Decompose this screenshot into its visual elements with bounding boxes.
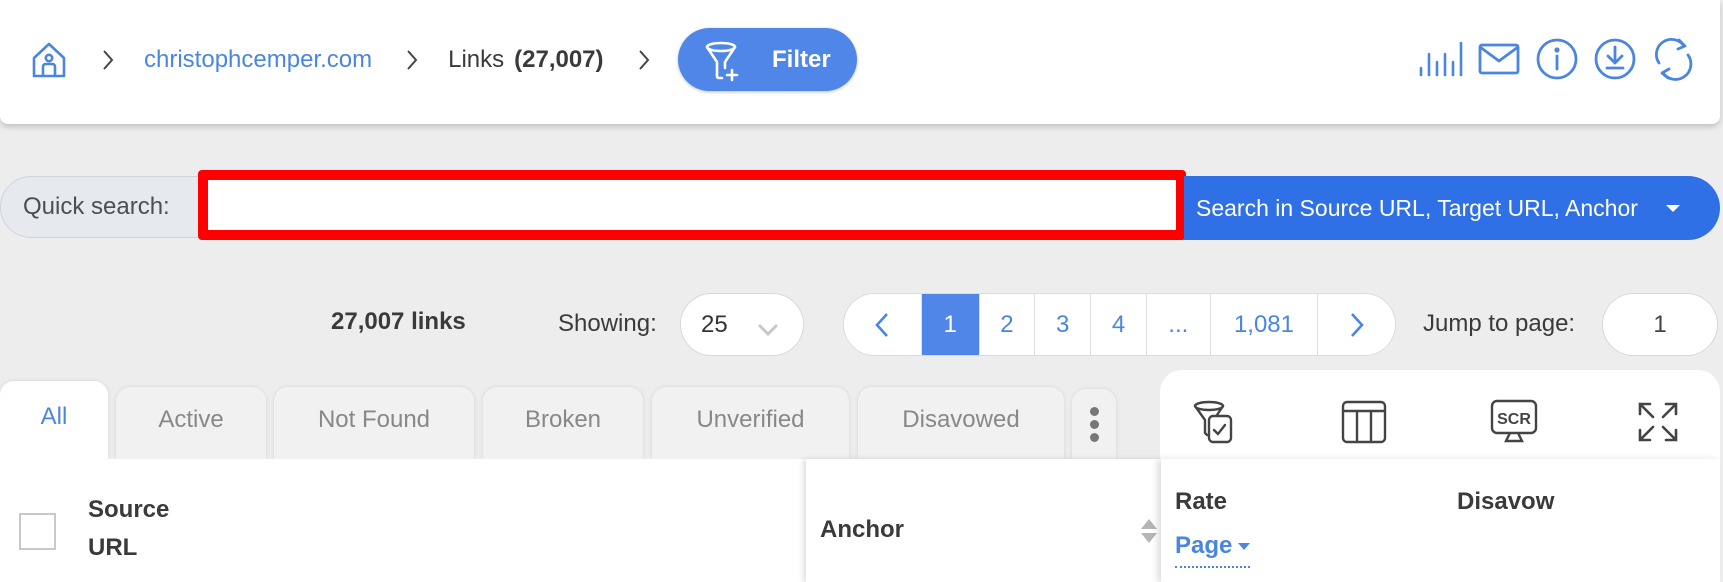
table-header: Source URL Anchor Rate Page Disavow [0,459,1720,582]
tab-unverified[interactable]: Unverified [652,387,849,459]
tab-active[interactable]: Active [116,387,266,459]
jump-to-page-input[interactable] [1602,293,1718,356]
download-icon[interactable] [1586,36,1644,82]
breadcrumb-count: (27,007) [514,46,604,73]
sort-icon[interactable] [1139,517,1159,550]
fullscreen-icon[interactable] [1634,398,1682,446]
disavow-header-label: Disavow [1457,488,1555,515]
total-links-count: 27,007 links [331,308,466,335]
info-icon[interactable] [1528,36,1586,82]
caret-down-icon [1238,542,1251,550]
chevron-right-icon [398,48,426,72]
page-button-4[interactable]: 4 [1091,294,1147,355]
mail-icon[interactable] [1470,36,1528,82]
select-all-checkbox[interactable] [19,513,56,550]
svg-text:SCR: SCR [1497,411,1531,428]
rate-header-label: Rate [1175,488,1228,515]
columns-icon[interactable] [1340,398,1388,446]
breadcrumb-domain-link[interactable]: christophcemper.com [144,46,372,74]
tab-disavowed[interactable]: Disavowed [858,387,1064,459]
per-page-value: 25 [701,310,728,338]
more-dots-icon [1089,406,1099,416]
home-icon[interactable] [30,41,68,79]
search-scope-dropdown[interactable]: Search in Source URL, Target URL, Anchor [1184,176,1720,240]
chevron-right-icon [94,48,122,72]
chevron-left-icon [875,312,889,337]
filter-button-label: Filter [772,45,831,73]
tab-all[interactable]: All [0,381,108,459]
page-ellipsis: ... [1147,294,1211,355]
chart-icon[interactable] [1412,36,1470,82]
more-tabs-button[interactable] [1072,389,1116,459]
chevron-down-icon [757,316,779,344]
page-button-1[interactable]: 1 [921,294,980,355]
per-page-select[interactable]: 25 [680,293,804,356]
refresh-icon[interactable] [1644,36,1702,82]
screenshot-icon[interactable]: SCR [1490,398,1538,446]
chevron-right-icon [630,48,658,72]
anchor-header-label: Anchor [820,516,904,543]
chevron-right-icon [1350,312,1364,337]
prev-page-button[interactable] [844,294,922,355]
filter-button[interactable]: Filter [678,28,857,91]
filter-add-icon [702,38,746,82]
showing-label: Showing: [558,310,657,337]
source-url-column-header: Source URL [0,459,806,582]
quick-search-label: Quick search: [0,176,215,238]
breadcrumb-section: Links [448,46,505,73]
breadcrumb: christophcemper.com Links (27,007) [30,28,680,92]
next-page-button[interactable] [1318,294,1395,355]
page-button-2[interactable]: 2 [980,294,1036,355]
tab-not-found[interactable]: Not Found [274,387,474,459]
filter-check-icon[interactable] [1190,398,1238,446]
header-actions [1412,36,1702,82]
quick-search-input[interactable] [198,170,1186,240]
rate-disavow-column-header: Rate Page Disavow [1161,459,1720,582]
page-button-3[interactable]: 3 [1035,294,1092,355]
caret-down-icon [1665,204,1680,212]
tab-broken[interactable]: Broken [483,387,643,459]
rate-type-selector[interactable]: Page [1175,532,1251,568]
search-scope-label: Search in Source URL, Target URL, Anchor [1196,194,1638,221]
source-url-header-line2: URL [88,534,138,561]
source-url-header-line1: Source [88,496,170,523]
top-header: christophcemper.com Links (27,007) Filte… [0,0,1720,124]
anchor-column-header[interactable]: Anchor [806,459,1161,582]
pagination: 1 2 3 4 ... 1,081 [843,293,1396,356]
rate-type-label: Page [1175,532,1233,559]
jump-to-page-label: Jump to page: [1423,310,1576,337]
page-button-last[interactable]: 1,081 [1211,294,1319,355]
